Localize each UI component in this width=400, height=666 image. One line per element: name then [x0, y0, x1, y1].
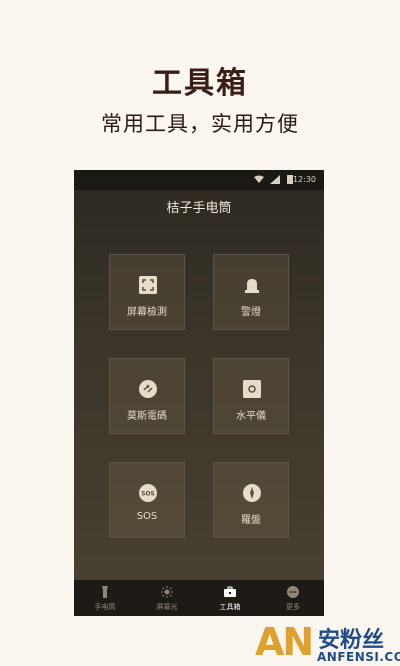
tool-screen-test[interactable]: 屏幕檢測	[109, 254, 185, 330]
phone-screen: 12:30 桔子手电筒 屏幕檢測 警燈 莫斯電碼 水平儀 SOS SOS 羅盤 …	[74, 170, 324, 616]
tool-label: 莫斯電碼	[127, 411, 167, 422]
morse-code-icon	[139, 380, 157, 398]
tool-label: 水平儀	[236, 411, 266, 422]
tool-label: SOS	[136, 511, 158, 522]
watermark-domain: ANFENSI.COM	[317, 650, 400, 664]
nav-label: 屏幕光	[156, 603, 178, 611]
flashlight-icon	[102, 586, 108, 598]
tool-label: 警燈	[241, 307, 261, 318]
status-time: 12:30	[292, 175, 316, 184]
bottom-nav: 手电筒 屏幕光 工具箱 更多	[74, 580, 324, 616]
promo-subtitle: 常用工具，实用方便	[101, 112, 299, 136]
nav-item-toolbox[interactable]: 工具箱	[199, 580, 261, 616]
sos-icon-text: SOS	[141, 491, 155, 498]
nav-item-more[interactable]: 更多	[262, 580, 324, 616]
toolbox-icon	[224, 586, 236, 597]
warning-light-icon	[243, 276, 261, 294]
wifi-icon	[254, 175, 264, 183]
tool-sos[interactable]: SOS SOS	[109, 462, 185, 538]
sun-icon	[161, 586, 173, 598]
level-icon	[243, 380, 261, 398]
screen-frame-icon	[139, 276, 157, 294]
nav-label: 工具箱	[219, 603, 241, 611]
watermark: AN 安粉丝 ANFENSI.COM	[255, 618, 400, 666]
watermark-logo: AN	[255, 620, 314, 664]
tool-warning-light[interactable]: 警燈	[213, 254, 289, 330]
nav-label: 手电筒	[94, 603, 116, 611]
tool-label: 屏幕檢測	[127, 307, 167, 318]
nav-item-screen-light[interactable]: 屏幕光	[136, 580, 198, 616]
nav-item-flashlight[interactable]: 手电筒	[74, 580, 136, 616]
nav-label: 更多	[286, 603, 300, 611]
more-icon	[287, 586, 299, 598]
tool-compass[interactable]: 羅盤	[213, 462, 289, 538]
app-title: 桔子手电筒	[166, 201, 232, 216]
compass-icon	[243, 484, 261, 502]
tool-morse-code[interactable]: 莫斯電碼	[109, 358, 185, 434]
tool-level[interactable]: 水平儀	[213, 358, 289, 434]
tool-label: 羅盤	[241, 515, 261, 526]
promo-title: 工具箱	[152, 66, 248, 101]
signal-icon	[270, 175, 280, 184]
status-bar: 12:30	[74, 170, 324, 190]
sos-icon: SOS	[139, 484, 157, 502]
